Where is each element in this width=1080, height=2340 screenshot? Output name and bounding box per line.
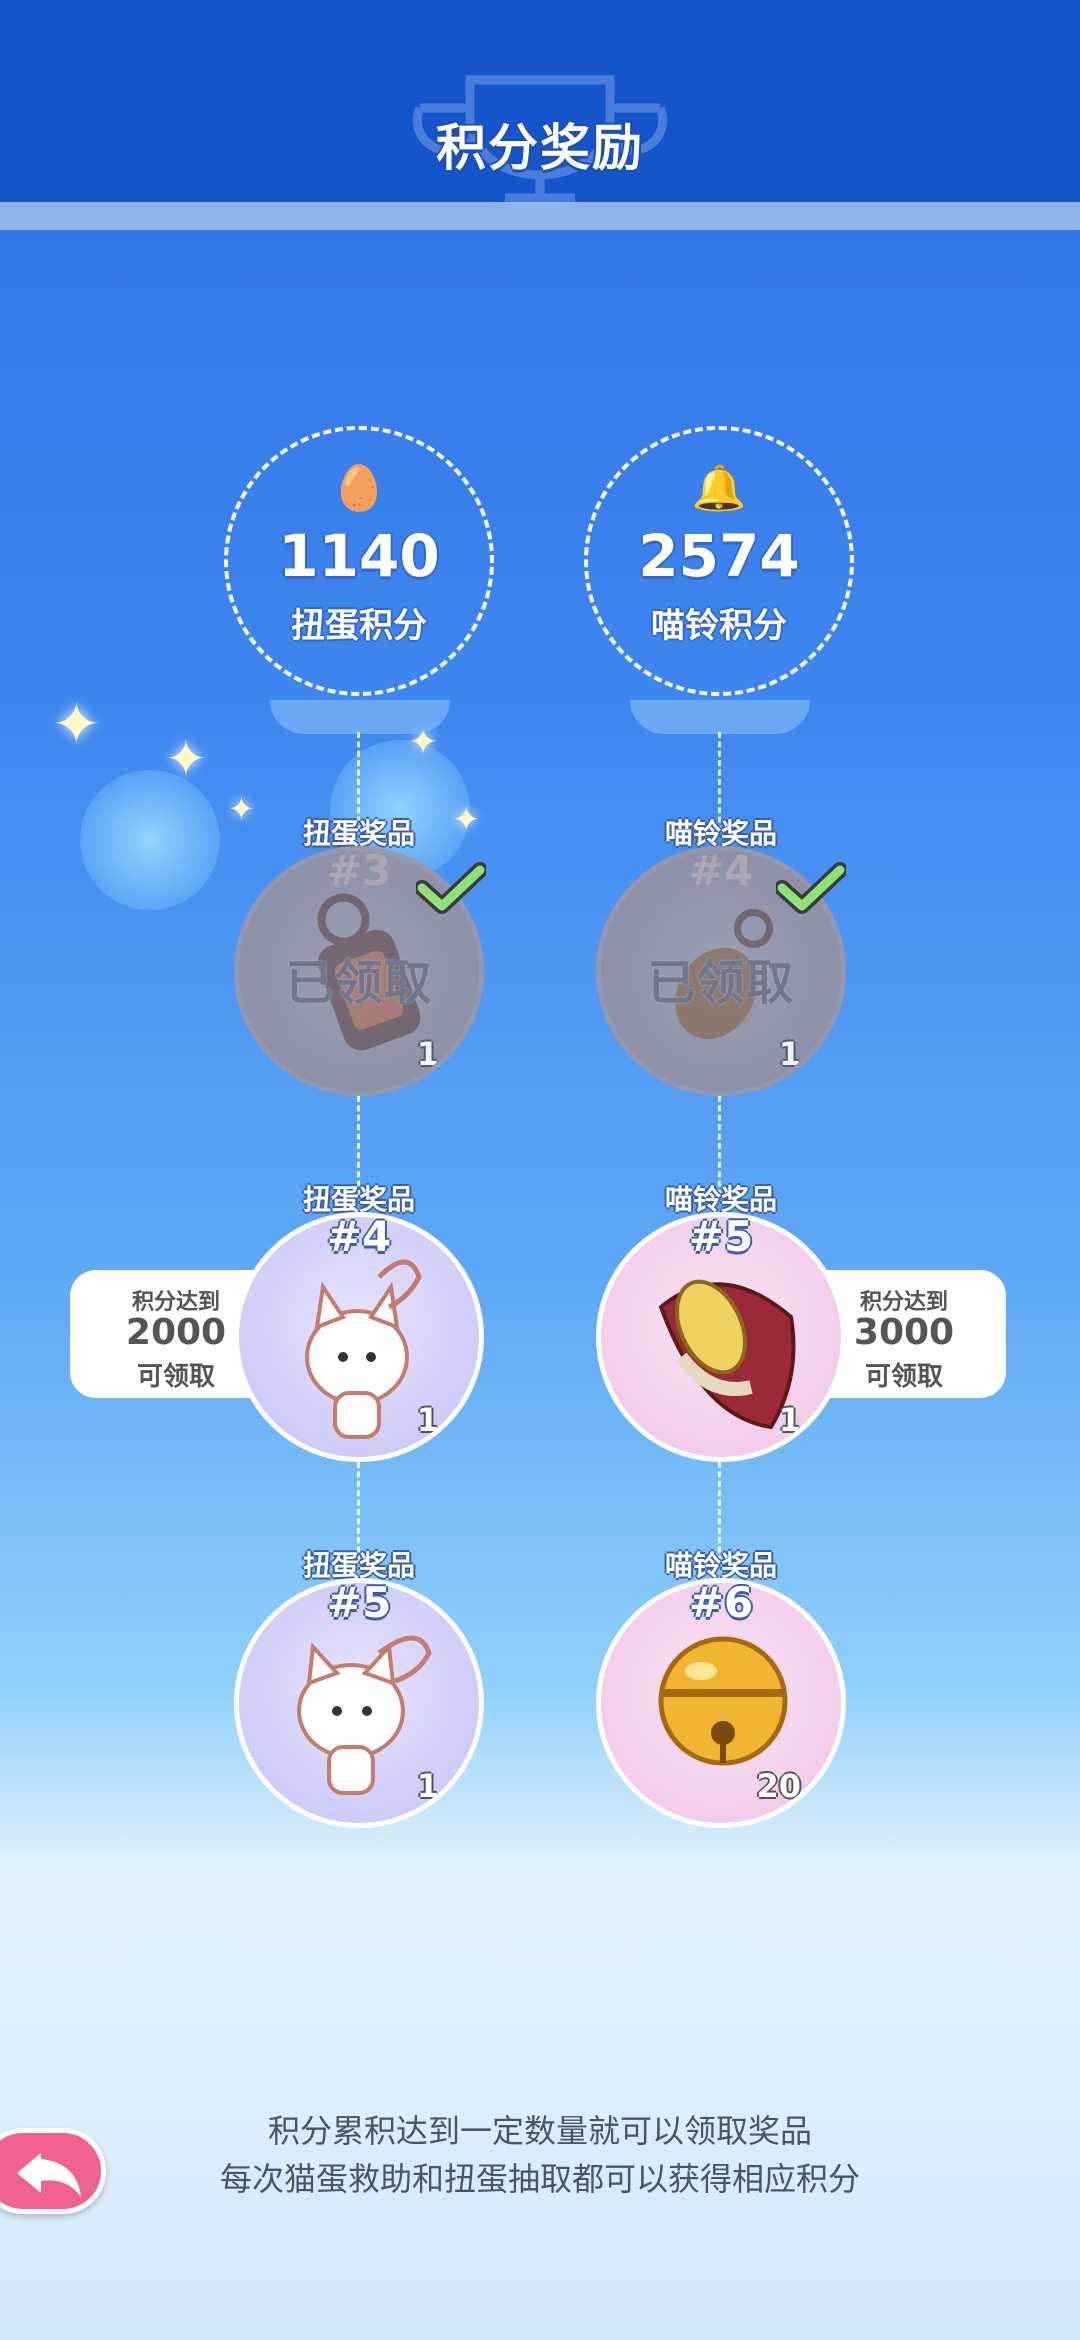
score-dock xyxy=(630,700,810,734)
prize-number: #5 xyxy=(688,1212,754,1261)
sparkle-icon: ✦ xyxy=(165,730,207,788)
bell-score-label: 喵铃积分 xyxy=(651,606,787,646)
gacha-score-value: 1140 xyxy=(278,522,440,590)
claimed-status: 已领取 xyxy=(285,955,433,1011)
prize-number: #4 xyxy=(326,1212,392,1261)
prize-quantity: 1 xyxy=(778,1035,801,1073)
bell-icon: 🔔 xyxy=(691,463,747,514)
requirement-value: 3000 xyxy=(853,1312,955,1353)
requirement-text: 可领取 xyxy=(136,1362,215,1392)
sparkle-icon: ✦ xyxy=(52,690,101,758)
back-button[interactable] xyxy=(0,2128,106,2214)
footer-hint-2: 每次猫蛋救助和扭蛋抽取都可以获得相应积分 xyxy=(219,2160,860,2198)
glow-effect xyxy=(80,770,220,910)
requirement-value: 2000 xyxy=(125,1312,227,1353)
gacha-score-circle: 🥚 1140 扭蛋积分 xyxy=(224,426,494,696)
gacha-score-label: 扭蛋积分 xyxy=(291,606,427,646)
prize-quantity: 1 xyxy=(416,1401,439,1439)
check-icon xyxy=(776,862,846,914)
requirement-text: 可领取 xyxy=(864,1362,943,1392)
bell-score-circle: 🔔 2574 喵铃积分 xyxy=(584,426,854,696)
page-title: 积分奖励 xyxy=(436,119,644,177)
prize-quantity: 1 xyxy=(416,1767,439,1805)
prize-quantity: 20 xyxy=(756,1767,801,1805)
prize-number: #5 xyxy=(326,1578,392,1627)
bell-score-value: 2574 xyxy=(638,522,800,590)
header-divider xyxy=(0,202,1080,230)
claimed-status: 已领取 xyxy=(647,955,795,1011)
check-icon xyxy=(416,862,486,914)
egg-icon: 🥚 xyxy=(331,463,387,514)
prize-number: #6 xyxy=(688,1578,754,1627)
score-dock xyxy=(270,700,450,734)
back-arrow-icon xyxy=(17,2153,81,2197)
prize-quantity: 1 xyxy=(416,1035,439,1073)
prize-quantity: 1 xyxy=(778,1401,801,1439)
footer-hint-1: 积分累积达到一定数量就可以领取奖品 xyxy=(267,2112,812,2150)
